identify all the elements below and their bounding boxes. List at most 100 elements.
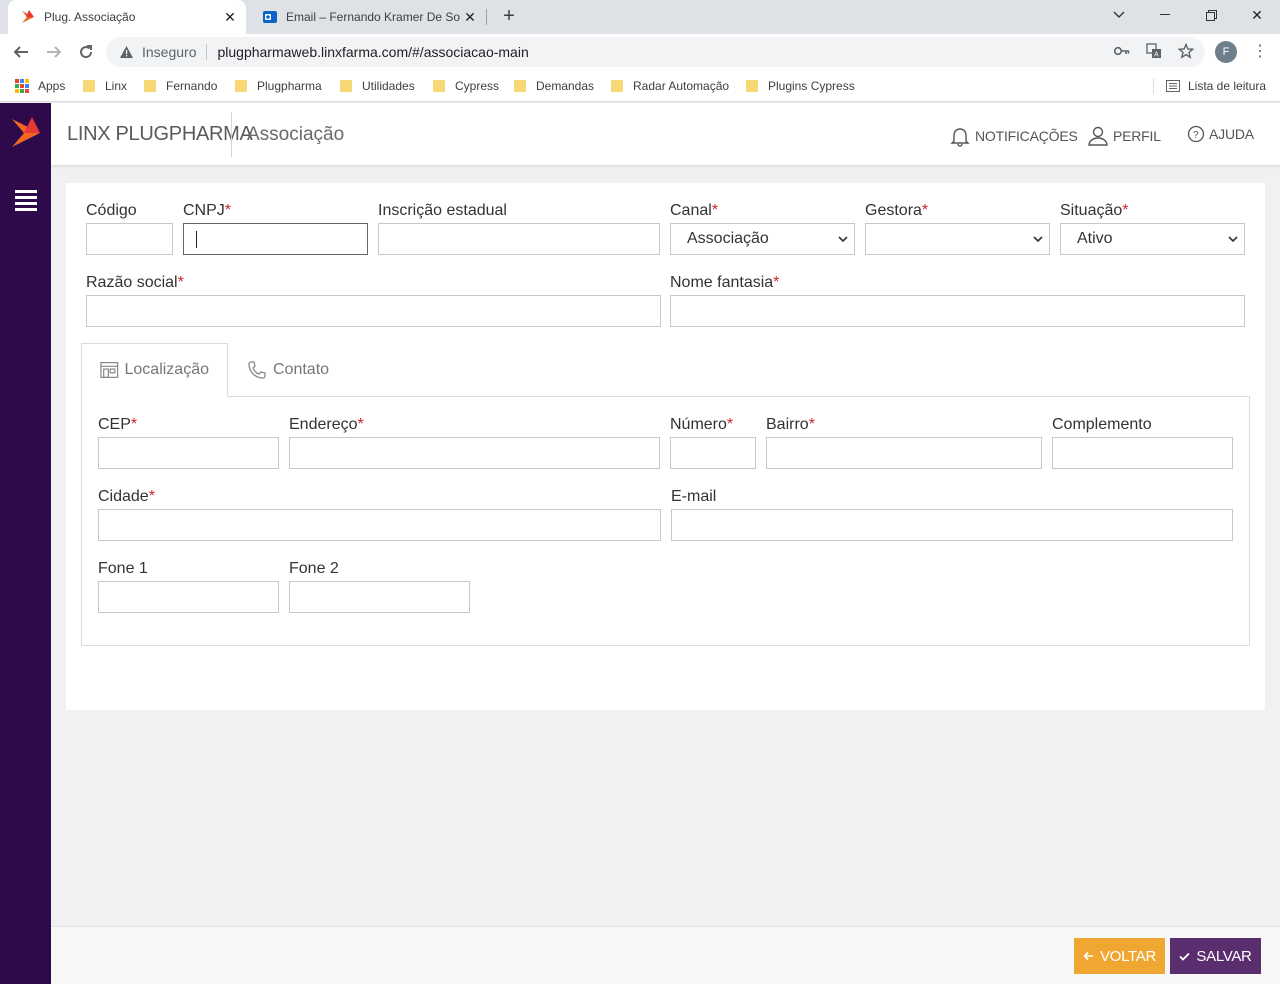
translate-icon[interactable]: A xyxy=(1145,42,1163,60)
bookmark-label: Utilidades xyxy=(362,79,415,93)
bookmark-demandas[interactable]: Demandas xyxy=(514,77,594,95)
gestora-select[interactable] xyxy=(865,223,1050,255)
tab-search-icon[interactable] xyxy=(1096,0,1142,30)
bookmark-label: Demandas xyxy=(536,79,595,93)
app-header: LINX PLUGPHARMA Associação NOTIFICAÇÕES … xyxy=(51,103,1280,165)
profile-label: PERFIL xyxy=(1113,128,1161,144)
close-tab-icon[interactable]: ✕ xyxy=(460,7,480,27)
save-button-label: SALVAR xyxy=(1196,947,1252,965)
bookmark-fernando[interactable]: Fernando xyxy=(144,77,217,95)
bookmark-linx[interactable]: Linx xyxy=(83,77,127,95)
bookmark-label: Plugpharma xyxy=(257,79,322,93)
browser-menu-icon[interactable]: ⋮ xyxy=(1252,41,1268,63)
hamburger-menu-icon[interactable] xyxy=(15,190,37,211)
tab-contato-label: Contato xyxy=(273,361,330,378)
folder-icon xyxy=(340,80,352,92)
arrow-left-icon xyxy=(1083,951,1094,961)
bairro-field[interactable] xyxy=(766,437,1042,469)
bairro-label: Bairro* xyxy=(766,416,815,433)
linx-logo-icon[interactable] xyxy=(10,115,42,151)
check-icon xyxy=(1179,952,1191,961)
numero-field[interactable] xyxy=(670,437,756,469)
cep-field[interactable] xyxy=(98,437,279,469)
page-title: Associação xyxy=(247,124,345,145)
fone1-field[interactable] xyxy=(98,581,279,613)
close-tab-icon[interactable]: ✕ xyxy=(220,7,240,27)
bookmark-star-icon[interactable] xyxy=(1177,42,1195,60)
complemento-label: Complemento xyxy=(1052,416,1152,433)
minimize-icon[interactable] xyxy=(1142,0,1188,30)
warning-icon[interactable] xyxy=(118,44,134,60)
chevron-down-icon xyxy=(1228,236,1238,243)
tab-separator xyxy=(486,9,487,25)
text-caret xyxy=(196,231,197,248)
nome-fantasia-field[interactable] xyxy=(670,295,1245,327)
cnpj-label: CNPJ* xyxy=(183,202,232,219)
back-button[interactable]: VOLTAR xyxy=(1074,938,1165,974)
codigo-label: Código xyxy=(86,202,137,219)
notifications-link[interactable]: NOTIFICAÇÕES xyxy=(949,125,1078,147)
numero-label: Número* xyxy=(670,416,734,433)
situacao-value: Ativo xyxy=(1077,230,1113,247)
tab-localizacao[interactable]: Localização xyxy=(81,343,228,397)
cnpj-field[interactable] xyxy=(183,223,368,255)
inscricao-estadual-field[interactable] xyxy=(378,223,660,255)
reading-list-button[interactable]: Lista de leitura xyxy=(1166,77,1266,95)
bookmark-label: Apps xyxy=(38,79,66,93)
address-bar[interactable]: Inseguro plugpharmaweb.linxfarma.com/#/a… xyxy=(106,37,1205,67)
profile-avatar[interactable]: F xyxy=(1215,41,1237,63)
phone-icon xyxy=(248,361,266,379)
folder-icon xyxy=(83,80,95,92)
browser-tab-active[interactable]: Plug. Associação ✕ xyxy=(8,0,246,34)
forward-arrow-icon[interactable] xyxy=(42,40,66,64)
tab-contato[interactable]: Contato xyxy=(247,343,329,397)
email-field[interactable] xyxy=(671,509,1233,541)
folder-icon xyxy=(514,80,526,92)
endereco-field[interactable] xyxy=(289,437,660,469)
bookmark-cypress[interactable]: Cypress xyxy=(433,77,499,95)
razao-social-field[interactable] xyxy=(86,295,661,327)
reload-icon[interactable] xyxy=(74,40,98,64)
url-text[interactable]: plugpharmaweb.linxfarma.com/#/associacao… xyxy=(217,44,528,60)
help-circle-icon: ? xyxy=(1187,125,1205,143)
folder-icon xyxy=(611,80,623,92)
folder-icon xyxy=(433,80,445,92)
folder-icon xyxy=(746,80,758,92)
endereco-label: Endereço* xyxy=(289,416,364,433)
canal-select[interactable]: Associação xyxy=(670,223,855,255)
close-window-icon[interactable]: ✕ xyxy=(1234,0,1280,30)
fone2-field[interactable] xyxy=(289,581,470,613)
back-arrow-icon[interactable] xyxy=(9,40,33,64)
bookmark-label: Radar Automação xyxy=(633,79,730,93)
bookmark-utilidades[interactable]: Utilidades xyxy=(340,77,415,95)
complemento-field[interactable] xyxy=(1052,437,1233,469)
bookmark-label: Fernando xyxy=(166,79,218,93)
bookmark-radar-automacao[interactable]: Radar Automação xyxy=(611,77,729,95)
reading-list-label: Lista de leitura xyxy=(1188,79,1267,93)
help-label: AJUDA xyxy=(1209,126,1254,142)
tab-localizacao-label: Localização xyxy=(124,361,210,378)
bookmark-separator xyxy=(1153,78,1154,94)
tab-title: Email – Fernando Kramer De Sou xyxy=(286,10,460,24)
codigo-field[interactable] xyxy=(86,223,173,255)
restore-icon[interactable] xyxy=(1188,0,1234,30)
profile-link[interactable]: PERFIL xyxy=(1087,125,1161,147)
bookmark-apps[interactable]: Apps xyxy=(15,77,65,95)
bookmark-plugpharma[interactable]: Plugpharma xyxy=(235,77,322,95)
help-link[interactable]: ? AJUDA xyxy=(1187,125,1254,143)
browser-tab-email[interactable]: Email – Fernando Kramer De Sou ✕ xyxy=(250,0,486,34)
canal-value: Associação xyxy=(687,230,769,247)
situacao-label: Situação* xyxy=(1060,202,1129,219)
user-icon xyxy=(1088,126,1108,146)
situacao-select[interactable]: Ativo xyxy=(1060,223,1245,255)
folder-icon xyxy=(235,80,247,92)
svg-text:?: ? xyxy=(1193,130,1199,141)
bookmark-plugins-cypress[interactable]: Plugins Cypress xyxy=(746,77,855,95)
apps-grid-icon xyxy=(15,79,29,93)
cidade-field[interactable] xyxy=(98,509,661,541)
save-button[interactable]: SALVAR xyxy=(1170,938,1261,974)
outlook-icon xyxy=(262,9,278,25)
key-icon[interactable] xyxy=(1113,42,1131,60)
nome-fantasia-label: Nome fantasia* xyxy=(670,274,780,291)
new-tab-button[interactable]: + xyxy=(498,6,520,28)
